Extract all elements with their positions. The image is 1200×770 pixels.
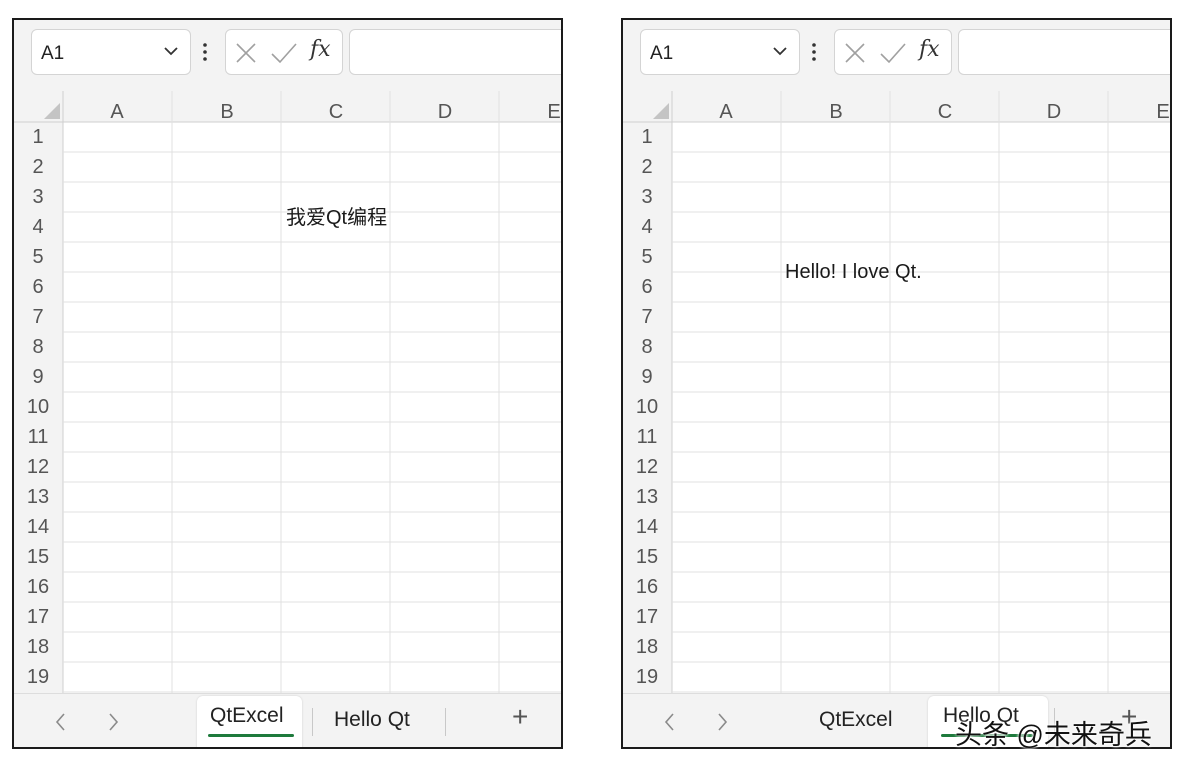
row-header[interactable]: 10 [14, 396, 62, 419]
insert-function-icon[interactable]: fx [310, 37, 331, 62]
column-header-c[interactable]: C [915, 101, 975, 124]
row-header[interactable]: 2 [623, 156, 671, 179]
row-header[interactable]: 13 [14, 486, 62, 509]
row-header[interactable]: 8 [623, 336, 671, 359]
row-header[interactable]: 17 [623, 606, 671, 629]
column-header-d[interactable]: D [415, 101, 475, 124]
tab-qtexcel[interactable]: QtExcel [210, 704, 284, 728]
row-header[interactable]: 13 [623, 486, 671, 509]
chevron-down-icon[interactable] [162, 42, 180, 60]
active-tab-indicator [208, 734, 294, 737]
row-header[interactable]: 5 [623, 246, 671, 269]
grid-lines [14, 91, 561, 693]
formula-bar: A1 fx [623, 20, 1170, 96]
column-header-b[interactable]: B [806, 101, 866, 124]
column-header-a[interactable]: A [87, 101, 147, 124]
cell-b5[interactable]: Hello! I love Qt. [785, 261, 922, 284]
cell-c3[interactable]: 我爱Qt编程 [286, 201, 387, 230]
formula-input[interactable] [958, 29, 1170, 75]
column-header-d[interactable]: D [1024, 101, 1084, 124]
row-header[interactable]: 5 [14, 246, 62, 269]
row-header[interactable]: 7 [14, 306, 62, 329]
more-options-icon[interactable] [201, 40, 209, 64]
excel-window-left: A1 fx A B C D E 1 2 3 4 5 6 7 8 9 10 11 … [12, 18, 563, 749]
row-header[interactable]: 16 [14, 576, 62, 599]
name-box[interactable]: A1 [31, 29, 191, 75]
excel-window-right: A1 fx A B C D E 1 2 3 4 5 6 7 8 9 10 11 … [621, 18, 1172, 749]
row-header[interactable]: 6 [14, 276, 62, 299]
row-header[interactable]: 2 [14, 156, 62, 179]
row-header[interactable]: 15 [623, 546, 671, 569]
row-header[interactable]: 3 [14, 186, 62, 209]
chevron-right-icon[interactable] [104, 711, 122, 733]
row-header[interactable]: 10 [623, 396, 671, 419]
row-header[interactable]: 9 [623, 366, 671, 389]
row-header[interactable]: 16 [623, 576, 671, 599]
column-header-e[interactable]: E [1133, 101, 1170, 124]
formula-buttons: fx [834, 29, 952, 75]
name-box-value: A1 [41, 43, 65, 64]
grid-lines [623, 91, 1170, 693]
name-box[interactable]: A1 [640, 29, 800, 75]
row-header[interactable]: 9 [14, 366, 62, 389]
row-header[interactable]: 8 [14, 336, 62, 359]
tab-separator [445, 708, 446, 736]
sheet-tab-bar: QtExcel Hello Qt + [14, 693, 561, 747]
insert-function-icon[interactable]: fx [919, 37, 940, 62]
column-header-c[interactable]: C [306, 101, 366, 124]
cancel-icon[interactable] [843, 41, 867, 65]
chevron-down-icon[interactable] [771, 42, 789, 60]
worksheet-grid[interactable]: A B C D E 1 2 3 4 5 6 7 8 9 10 11 12 13 … [14, 91, 561, 693]
formula-input[interactable] [349, 29, 561, 75]
row-header[interactable]: 18 [14, 636, 62, 659]
row-header[interactable]: 14 [623, 516, 671, 539]
row-header[interactable]: 1 [623, 126, 671, 149]
row-header[interactable]: 17 [14, 606, 62, 629]
row-header[interactable]: 1 [14, 126, 62, 149]
row-header[interactable]: 15 [14, 546, 62, 569]
more-options-icon[interactable] [810, 40, 818, 64]
name-box-value: A1 [650, 43, 674, 64]
watermark: 头条 @未来奇兵 [955, 720, 1152, 750]
column-header-b[interactable]: B [197, 101, 257, 124]
row-header[interactable]: 18 [623, 636, 671, 659]
row-header[interactable]: 7 [623, 306, 671, 329]
row-header[interactable]: 3 [623, 186, 671, 209]
row-header[interactable]: 11 [14, 426, 62, 449]
row-header[interactable]: 11 [623, 426, 671, 449]
worksheet-grid[interactable]: A B C D E 1 2 3 4 5 6 7 8 9 10 11 12 13 … [623, 91, 1170, 693]
tab-qtexcel[interactable]: QtExcel [819, 708, 893, 732]
row-header[interactable]: 12 [14, 456, 62, 479]
formula-buttons: fx [225, 29, 343, 75]
enter-check-icon[interactable] [879, 41, 907, 65]
tab-separator [312, 708, 313, 736]
chevron-right-icon[interactable] [713, 711, 731, 733]
row-header[interactable]: 12 [623, 456, 671, 479]
row-header[interactable]: 4 [14, 216, 62, 239]
tab-hello-qt[interactable]: Hello Qt [334, 708, 410, 732]
add-sheet-button[interactable]: + [512, 701, 528, 733]
row-header[interactable]: 19 [14, 666, 62, 689]
chevron-left-icon[interactable] [52, 711, 70, 733]
chevron-left-icon[interactable] [661, 711, 679, 733]
column-header-e[interactable]: E [524, 101, 561, 124]
row-header[interactable]: 4 [623, 216, 671, 239]
formula-bar: A1 fx [14, 20, 561, 96]
cancel-icon[interactable] [234, 41, 258, 65]
row-header[interactable]: 14 [14, 516, 62, 539]
row-header[interactable]: 6 [623, 276, 671, 299]
row-header[interactable]: 19 [623, 666, 671, 689]
enter-check-icon[interactable] [270, 41, 298, 65]
column-header-a[interactable]: A [696, 101, 756, 124]
